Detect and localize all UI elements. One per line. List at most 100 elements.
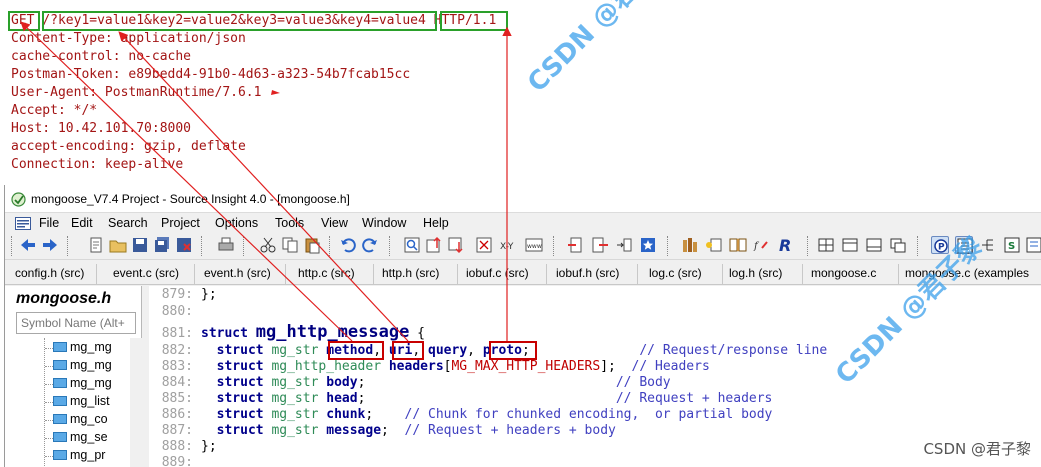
menu-tools[interactable]: Tools: [275, 216, 304, 230]
line-number: 889:: [161, 455, 193, 467]
tab-log-c[interactable]: log.c (src): [643, 264, 723, 284]
struct-icon: [53, 450, 67, 460]
symbol-item[interactable]: mg_se: [53, 430, 108, 447]
toolbar-separator: [807, 236, 810, 256]
method-highlight-box: [328, 341, 384, 360]
toolbar-grip[interactable]: [11, 236, 14, 256]
symbol-item[interactable]: mg_mg: [53, 376, 112, 393]
bookmark-prev-icon[interactable]: [567, 236, 585, 254]
save-icon[interactable]: [131, 236, 149, 254]
close-file-icon[interactable]: [175, 236, 193, 254]
browse-book-icon[interactable]: [729, 236, 747, 254]
tab-config-h[interactable]: config.h (src): [9, 264, 97, 284]
function-icon[interactable]: f: [753, 236, 771, 254]
layout-windows-icon[interactable]: [889, 236, 907, 254]
tab-iobuf-h[interactable]: iobuf.h (src): [550, 264, 638, 284]
symbol-label: mg_mg: [70, 376, 112, 390]
bookmark-icon[interactable]: [639, 236, 657, 254]
title-bar[interactable]: mongoose_V7.4 Project - Source Insight 4…: [5, 185, 1041, 213]
tab-http-h[interactable]: http.h (src): [376, 264, 458, 284]
code-comment: // Chunk for chunked encoding, or partia…: [404, 407, 773, 422]
menu-window[interactable]: Window: [362, 216, 406, 230]
layout-grid-icon[interactable]: [817, 236, 835, 254]
cut-icon[interactable]: [259, 236, 277, 254]
layout-split-icon[interactable]: [865, 236, 883, 254]
snippet-icon[interactable]: S: [1003, 236, 1021, 254]
bookmark-next-icon[interactable]: [591, 236, 609, 254]
paste-icon[interactable]: [303, 236, 321, 254]
header-line: Host: 10.42.101.70:8000: [11, 121, 192, 136]
menu-edit[interactable]: Edit: [71, 216, 93, 230]
menu-file[interactable]: File: [39, 216, 59, 230]
struct-icon: [53, 396, 67, 406]
relation-icon[interactable]: R: [777, 236, 795, 254]
type-name: mg_str: [271, 391, 319, 406]
tree-branch: [45, 366, 53, 367]
clip-window-icon[interactable]: [1025, 236, 1041, 254]
toolbar-separator: [329, 236, 332, 256]
type-name: mg_str: [271, 423, 319, 438]
credit-text: CSDN @君子黎: [923, 440, 1031, 458]
symbol-item[interactable]: mg_list: [53, 394, 110, 411]
search-down-icon[interactable]: [447, 236, 465, 254]
menu-search[interactable]: Search: [108, 216, 148, 230]
line-number: 883:: [161, 359, 193, 374]
keyword: struct: [216, 359, 264, 374]
tab-iobuf-c[interactable]: iobuf.c (src): [460, 264, 547, 284]
tree-branch: [45, 438, 53, 439]
sidebar-scrollbar[interactable]: [130, 338, 142, 467]
toolbar-separator: [67, 236, 70, 256]
header-line: Postman-Token: e89bedd4-91b0-4d63-a323-5…: [11, 67, 411, 82]
struct-icon: [53, 378, 67, 388]
symbol-item[interactable]: mg_mg: [53, 340, 112, 357]
bookmark-list-icon[interactable]: [615, 236, 633, 254]
svg-text:www: www: [527, 243, 542, 250]
symbol-item[interactable]: mg_pr: [53, 448, 105, 465]
code-text: };: [201, 439, 217, 454]
menu-options[interactable]: Options: [215, 216, 258, 230]
xy-icon[interactable]: X-Y: [499, 236, 517, 254]
tab-log-h[interactable]: log.h (src): [723, 264, 803, 284]
code-comment: // Request + headers + body: [404, 423, 616, 438]
back-icon[interactable]: [19, 236, 37, 254]
system-menu-icon[interactable]: [15, 217, 31, 230]
line-number: 888:: [161, 439, 193, 454]
open-folder-icon[interactable]: [109, 236, 127, 254]
tree-branch: [45, 420, 53, 421]
redo-icon[interactable]: [361, 236, 379, 254]
copy-icon[interactable]: [281, 236, 299, 254]
tab-http-c[interactable]: http.c (src): [292, 264, 374, 284]
tab-event-h[interactable]: event.h (src): [198, 264, 286, 284]
keyword: struct: [216, 343, 264, 358]
web-search-icon[interactable]: www: [525, 236, 543, 254]
proto-highlight-box: [440, 11, 508, 31]
menu-view[interactable]: View: [321, 216, 348, 230]
forward-icon[interactable]: [41, 236, 59, 254]
tab-mongoose-c[interactable]: mongoose.c: [805, 264, 899, 284]
file-tabs: config.h (src) event.c (src) event.h (sr…: [5, 261, 1041, 285]
menu-project[interactable]: Project: [161, 216, 200, 230]
search-replace-icon[interactable]: [475, 236, 493, 254]
code-line: 889:: [149, 455, 201, 467]
app-icon: [11, 192, 26, 207]
type-name: mg_str: [271, 343, 319, 358]
context-icon[interactable]: [681, 236, 699, 254]
line-number: 885:: [161, 391, 193, 406]
header-line: Content-Type: application/json: [11, 31, 246, 46]
line-number: 884:: [161, 375, 193, 390]
symbol-label: mg_mg: [70, 340, 112, 354]
symbol-item[interactable]: mg_mg: [53, 358, 112, 375]
layout-panel-icon[interactable]: [841, 236, 859, 254]
save-all-icon[interactable]: [153, 236, 171, 254]
symbol-search-input[interactable]: Symbol Name (Alt+: [16, 312, 136, 334]
symbol-info-icon[interactable]: [705, 236, 723, 254]
tab-event-c[interactable]: event.c (src): [107, 264, 195, 284]
line-number: 881:: [161, 326, 193, 341]
undo-icon[interactable]: [339, 236, 357, 254]
symbol-item[interactable]: mg_co: [53, 412, 108, 429]
print-icon[interactable]: [217, 236, 235, 254]
search-icon[interactable]: [403, 236, 421, 254]
new-file-icon[interactable]: [87, 236, 105, 254]
search-up-icon[interactable]: [425, 236, 443, 254]
menu-help[interactable]: Help: [423, 216, 449, 230]
